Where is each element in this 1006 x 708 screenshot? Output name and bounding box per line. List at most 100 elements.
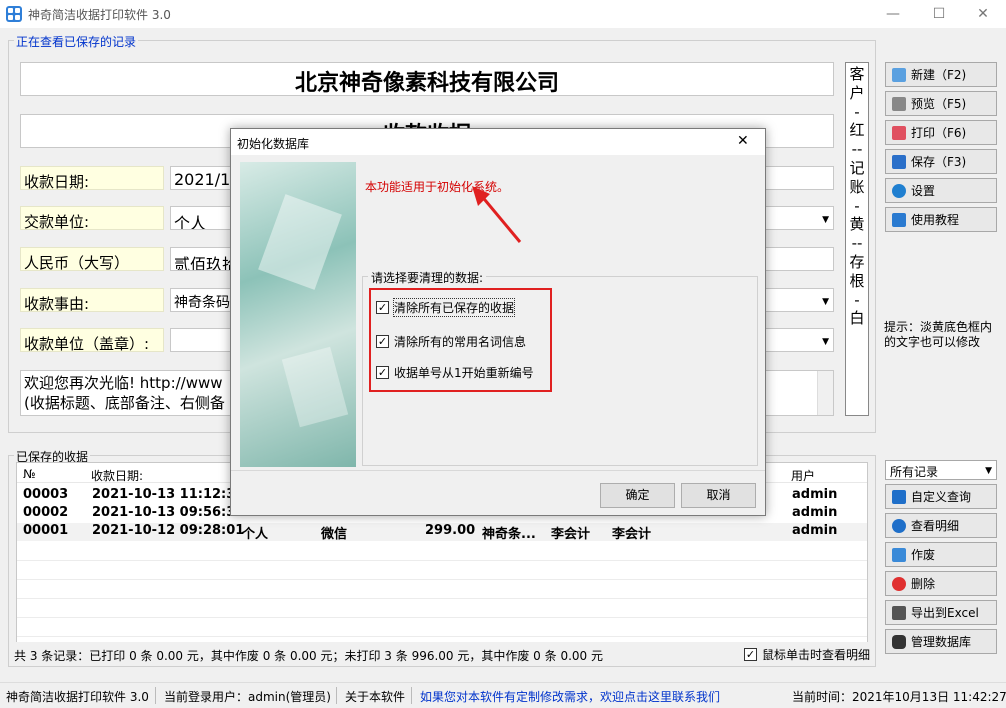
export-icon	[892, 605, 906, 620]
status-bar: 神奇简洁收据打印软件 3.0 当前登录用户：admin(管理员) 关于本软件 如…	[0, 682, 1006, 708]
new-button[interactable]: 新建（F2)	[885, 62, 997, 87]
checkbox-checked-icon: ✓	[376, 301, 389, 314]
close-button[interactable]: ✕	[960, 0, 1006, 28]
side-char: 存	[849, 252, 865, 271]
side-char: 客	[849, 65, 865, 83]
row-payee[interactable]: 李会计	[551, 523, 590, 542]
view-detail-button[interactable]: 查看明细	[885, 513, 997, 538]
new-label: 新建（F2)	[911, 68, 967, 82]
export-label: 导出到Excel	[911, 606, 979, 620]
cancel-button[interactable]: 取消	[681, 483, 756, 508]
row-no[interactable]: 00001	[23, 523, 68, 538]
side-char: --	[851, 140, 863, 159]
click-detail-label: 鼠标单击时查看明细	[762, 648, 871, 662]
decor-paper	[281, 346, 349, 428]
row-no[interactable]: 00003	[23, 487, 68, 502]
status-app-name: 神奇简洁收据打印软件 3.0	[6, 690, 149, 704]
tutorial-button[interactable]: 使用教程	[885, 207, 997, 232]
dialog-content: 本功能适用于初始化系统。 请选择要清理的数据: ✓ 清除所有已保存的收据 ✓ 清除所…	[356, 162, 765, 467]
row-no[interactable]: 00002	[23, 505, 68, 520]
side-char: 白	[849, 309, 865, 328]
row-date[interactable]: 2021-10-12 09:28:01	[92, 523, 244, 538]
clear-saved-receipts-checkbox[interactable]: ✓ 清除所有已保存的收据	[376, 298, 516, 317]
option-label: 收据单号从1开始重新编号	[394, 366, 534, 380]
payer-value: 个人	[174, 214, 207, 230]
eye-icon	[892, 518, 906, 533]
side-char: 黄	[849, 215, 865, 234]
click-detail-checkbox[interactable]: ✓ 鼠标单击时查看明细	[744, 646, 870, 663]
ok-button[interactable]: 确定	[600, 483, 675, 508]
dialog-title-bar: 初始化数据库 ✕	[231, 129, 765, 155]
about-link[interactable]: 关于本软件	[345, 688, 405, 705]
void-button[interactable]: 作废	[885, 542, 997, 567]
reason-value: 神奇条码	[174, 295, 230, 311]
options-group-label: 请选择要清理的数据:	[368, 269, 487, 286]
maximize-button[interactable]: ☐	[916, 0, 962, 28]
delete-x-icon	[892, 576, 906, 591]
custom-query-button[interactable]: 自定义查询	[885, 484, 997, 509]
export-excel-button[interactable]: 导出到Excel	[885, 600, 997, 625]
summary-text: 共 3 条记录：已打印 0 条 0.00 元，其中作废 0 条 0.00 元；未…	[14, 649, 603, 663]
chevron-down-icon[interactable]: ▼	[822, 337, 829, 347]
col-header-date[interactable]: 收款日期:	[91, 467, 143, 484]
note-scrollbar[interactable]	[817, 371, 833, 415]
side-char: -	[854, 196, 860, 215]
row-amount[interactable]: 299.00	[425, 523, 475, 538]
filter-select[interactable]: 所有记录 ▼	[885, 460, 997, 480]
side-char: -	[854, 290, 860, 309]
manage-db-label: 管理数据库	[911, 635, 972, 649]
row-user[interactable]: admin	[792, 487, 837, 502]
reason-label[interactable]: 收款事由:	[20, 288, 164, 313]
payer-label[interactable]: 交款单位:	[20, 206, 164, 231]
row-reason[interactable]: 神奇条...	[482, 523, 536, 542]
contact-link[interactable]: 如果您对本软件有定制修改需求，欢迎点击这里联系我们	[420, 688, 720, 705]
minimize-button[interactable]: —	[870, 0, 916, 28]
settings-button[interactable]: 设置	[885, 178, 997, 203]
chevron-down-icon[interactable]: ▼	[985, 466, 992, 476]
date-label[interactable]: 收款日期:	[20, 166, 164, 191]
dialog-close-button[interactable]: ✕	[737, 133, 749, 149]
chevron-down-icon[interactable]: ▼	[822, 297, 829, 307]
checkbox-checked-icon: ✓	[744, 648, 757, 661]
tutorial-label: 使用教程	[911, 213, 960, 227]
row-handler[interactable]: 李会计	[612, 523, 651, 542]
row-payer[interactable]: 个人	[242, 523, 268, 542]
payee-label[interactable]: 收款单位（盖章）:	[20, 328, 164, 353]
option-label: 清除所有的常用名词信息	[394, 335, 527, 349]
row-date[interactable]: 2021-10-13 11:12:33	[92, 487, 244, 502]
save-label: 保存（F3)	[911, 155, 967, 169]
chevron-down-icon[interactable]: ▼	[822, 215, 829, 225]
side-char: --	[851, 234, 863, 253]
hint-text: 提示：淡黄底色框内的文字也可以修改	[884, 320, 993, 349]
database-icon	[892, 634, 906, 649]
title-bar: 神奇简洁收据打印软件 3.0 — ☐ ✕	[0, 0, 1006, 28]
settings-label: 设置	[911, 184, 936, 198]
red-arrow-annotation	[472, 186, 522, 243]
row-user[interactable]: admin	[792, 523, 837, 538]
print-button[interactable]: 打印（F6)	[885, 120, 997, 145]
checkbox-checked-icon: ✓	[376, 366, 389, 379]
renumber-receipts-checkbox[interactable]: ✓ 收据单号从1开始重新编号	[376, 364, 534, 381]
status-user: 当前登录用户：admin(管理员)	[164, 690, 331, 704]
delete-button[interactable]: 删除	[885, 571, 997, 596]
col-header-no[interactable]: №	[23, 467, 35, 481]
save-button[interactable]: 保存（F3)	[885, 149, 997, 174]
custom-query-label: 自定义查询	[911, 490, 972, 504]
rmb-label[interactable]: 人民币（大写）	[20, 247, 164, 272]
checkbox-checked-icon: ✓	[376, 335, 389, 348]
status-divider	[411, 687, 412, 704]
row-user[interactable]: admin	[792, 505, 837, 520]
company-title-field[interactable]: 北京神奇像素科技有限公司	[20, 62, 834, 96]
manage-db-button[interactable]: 管理数据库	[885, 629, 997, 654]
side-strip[interactable]: 客户 - 红 -- 记账 - 黄 -- 存根 - 白	[845, 62, 869, 416]
arrow-left-icon	[892, 489, 906, 504]
preview-button[interactable]: 预览（F5)	[885, 91, 997, 116]
col-header-user[interactable]: 用户	[791, 467, 815, 484]
printer-icon	[892, 125, 906, 140]
book-icon	[892, 212, 906, 227]
clear-common-terms-checkbox[interactable]: ✓ 清除所有的常用名词信息	[376, 333, 526, 350]
side-char: 红	[849, 121, 865, 140]
row-date[interactable]: 2021-10-13 09:56:34	[92, 505, 244, 520]
row-method[interactable]: 微信	[321, 523, 347, 542]
empty-rows	[17, 542, 867, 642]
